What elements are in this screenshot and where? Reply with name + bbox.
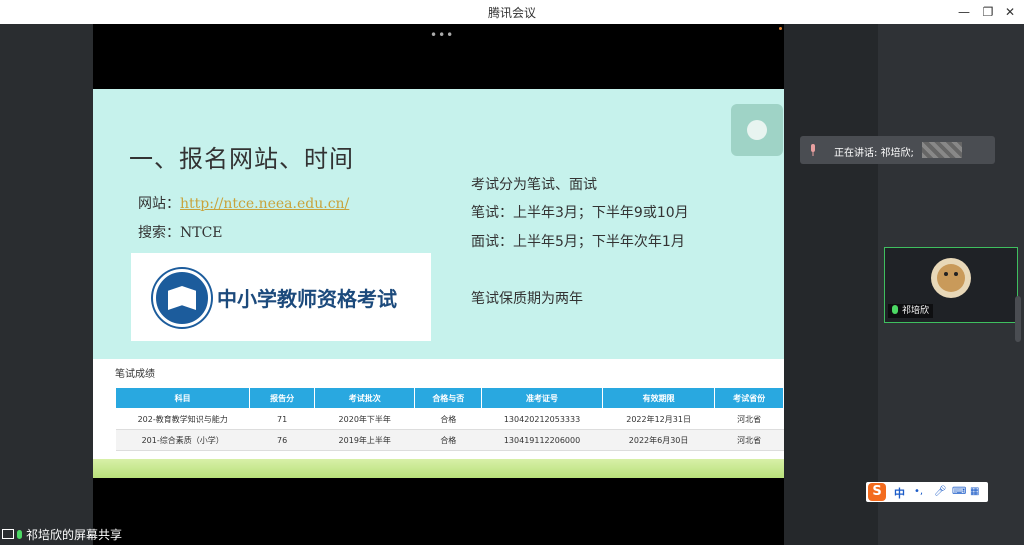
table-cell: 2020年下半年 bbox=[314, 408, 415, 430]
table-cell: 2019年上半年 bbox=[314, 429, 415, 451]
search-line: 搜索：NTCE bbox=[138, 225, 223, 241]
table-cell: 河北省 bbox=[714, 408, 784, 430]
website-line: 网站：http://ntce.neea.edu.cn/ bbox=[138, 193, 349, 213]
speaker-avatar-blur bbox=[922, 142, 962, 158]
exam-logo-text: 中小学教师资格考试 bbox=[217, 287, 397, 311]
avatar bbox=[931, 258, 971, 298]
keyboard-icon[interactable]: ⌨ bbox=[952, 486, 966, 497]
title-bar: 腾讯会议 — ❐ ✕ bbox=[0, 0, 1024, 24]
website-label: 网站： bbox=[138, 196, 180, 212]
participant-video-tile[interactable]: 祁培欣 bbox=[884, 247, 1018, 323]
participant-name: 祁培欣 bbox=[902, 306, 930, 316]
table-header: 准考证号 bbox=[481, 387, 603, 409]
table-row: 201-综合素质（小学） 76 2019年上半年 合格 130419112206… bbox=[115, 429, 784, 451]
slide-bottom-decoration bbox=[93, 459, 784, 478]
table-cell: 2022年12月31日 bbox=[602, 408, 715, 430]
table-cell: 76 bbox=[249, 429, 315, 451]
table-cell: 71 bbox=[249, 408, 315, 430]
table-header: 考试批次 bbox=[313, 387, 416, 409]
validity-text: 笔试保质期为两年 bbox=[471, 291, 583, 307]
speaking-indicator: 正在讲话: 祁培欣; bbox=[800, 136, 995, 164]
window-title: 腾讯会议 bbox=[487, 6, 536, 20]
monitor-icon bbox=[2, 529, 14, 539]
share-label-text: 祁培欣的屏幕共享 bbox=[26, 528, 123, 542]
microphone-icon bbox=[17, 530, 22, 539]
table-row: 202-教育教学知识与能力 71 2020年下半年 合格 13042021205… bbox=[115, 408, 784, 430]
table-header: 有效期限 bbox=[601, 387, 716, 409]
exam-logo-card: 中小学教师资格考试 bbox=[131, 253, 431, 341]
table-header: 科目 bbox=[114, 387, 251, 409]
exam-emblem-icon bbox=[153, 269, 211, 327]
microphone-icon bbox=[892, 305, 898, 314]
more-options-icon[interactable]: ••• bbox=[430, 28, 454, 42]
punctuation-icon[interactable]: •, bbox=[914, 486, 923, 497]
speaking-text: 正在讲话: 祁培欣; bbox=[834, 148, 914, 159]
score-title: 笔试成绩 bbox=[115, 369, 155, 380]
table-cell: 130420212053333 bbox=[481, 408, 603, 430]
voice-icon[interactable]: 🎤︎ bbox=[934, 486, 947, 497]
toolbox-icon[interactable]: ▦ bbox=[970, 486, 979, 497]
table-header: 报告分 bbox=[249, 387, 315, 409]
slide-heading: 一、报名网站、时间 bbox=[129, 145, 354, 173]
score-table: 科目 报告分 考试批次 合格与否 准考证号 有效期限 考试省份 202-教育教学… bbox=[114, 387, 784, 451]
participant-scrollbar[interactable] bbox=[1015, 296, 1021, 342]
sogou-icon[interactable]: S bbox=[868, 483, 886, 501]
table-cell: 201-综合素质（小学） bbox=[115, 429, 250, 451]
ime-mode[interactable]: 中 bbox=[894, 485, 905, 501]
written-time-text: 笔试：上半年3月；下半年9或10月 bbox=[471, 205, 689, 221]
slide-camera-icon bbox=[731, 104, 783, 156]
table-cell: 合格 bbox=[414, 429, 482, 451]
close-icon[interactable]: ✕ bbox=[1000, 3, 1020, 21]
table-cell: 合格 bbox=[414, 408, 482, 430]
participant-label: 祁培欣 bbox=[888, 304, 934, 318]
right-dark-panel bbox=[784, 24, 878, 545]
table-header: 合格与否 bbox=[414, 387, 483, 409]
left-panel bbox=[0, 24, 93, 545]
microphone-icon bbox=[811, 144, 815, 156]
minimize-icon[interactable]: — bbox=[954, 3, 974, 21]
table-cell: 2022年6月30日 bbox=[602, 429, 715, 451]
ime-toolbar[interactable]: S 中 •, 🎤︎ ⌨ ▦ bbox=[866, 482, 988, 502]
table-header-row: 科目 报告分 考试批次 合格与否 准考证号 有效期限 考试省份 bbox=[114, 387, 784, 409]
interview-time-text: 面试：上半年5月；下半年次年1月 bbox=[471, 234, 685, 250]
table-cell: 202-教育教学知识与能力 bbox=[115, 408, 250, 430]
website-link[interactable]: http://ntce.neea.edu.cn/ bbox=[180, 196, 349, 212]
table-cell: 河北省 bbox=[714, 429, 784, 451]
exam-type-text: 考试分为笔试、面试 bbox=[471, 177, 597, 193]
table-header: 考试省份 bbox=[714, 387, 784, 409]
table-cell: 130419112206000 bbox=[481, 429, 603, 451]
score-panel: 笔试成绩 科目 报告分 考试批次 合格与否 准考证号 有效期限 考试省份 202… bbox=[93, 359, 784, 459]
restore-icon[interactable]: ❐ bbox=[978, 3, 998, 21]
shared-slide: 一、报名网站、时间 网站：http://ntce.neea.edu.cn/ 搜索… bbox=[93, 89, 784, 478]
share-label: 祁培欣的屏幕共享 bbox=[2, 526, 122, 543]
indicator-dot bbox=[779, 27, 782, 30]
